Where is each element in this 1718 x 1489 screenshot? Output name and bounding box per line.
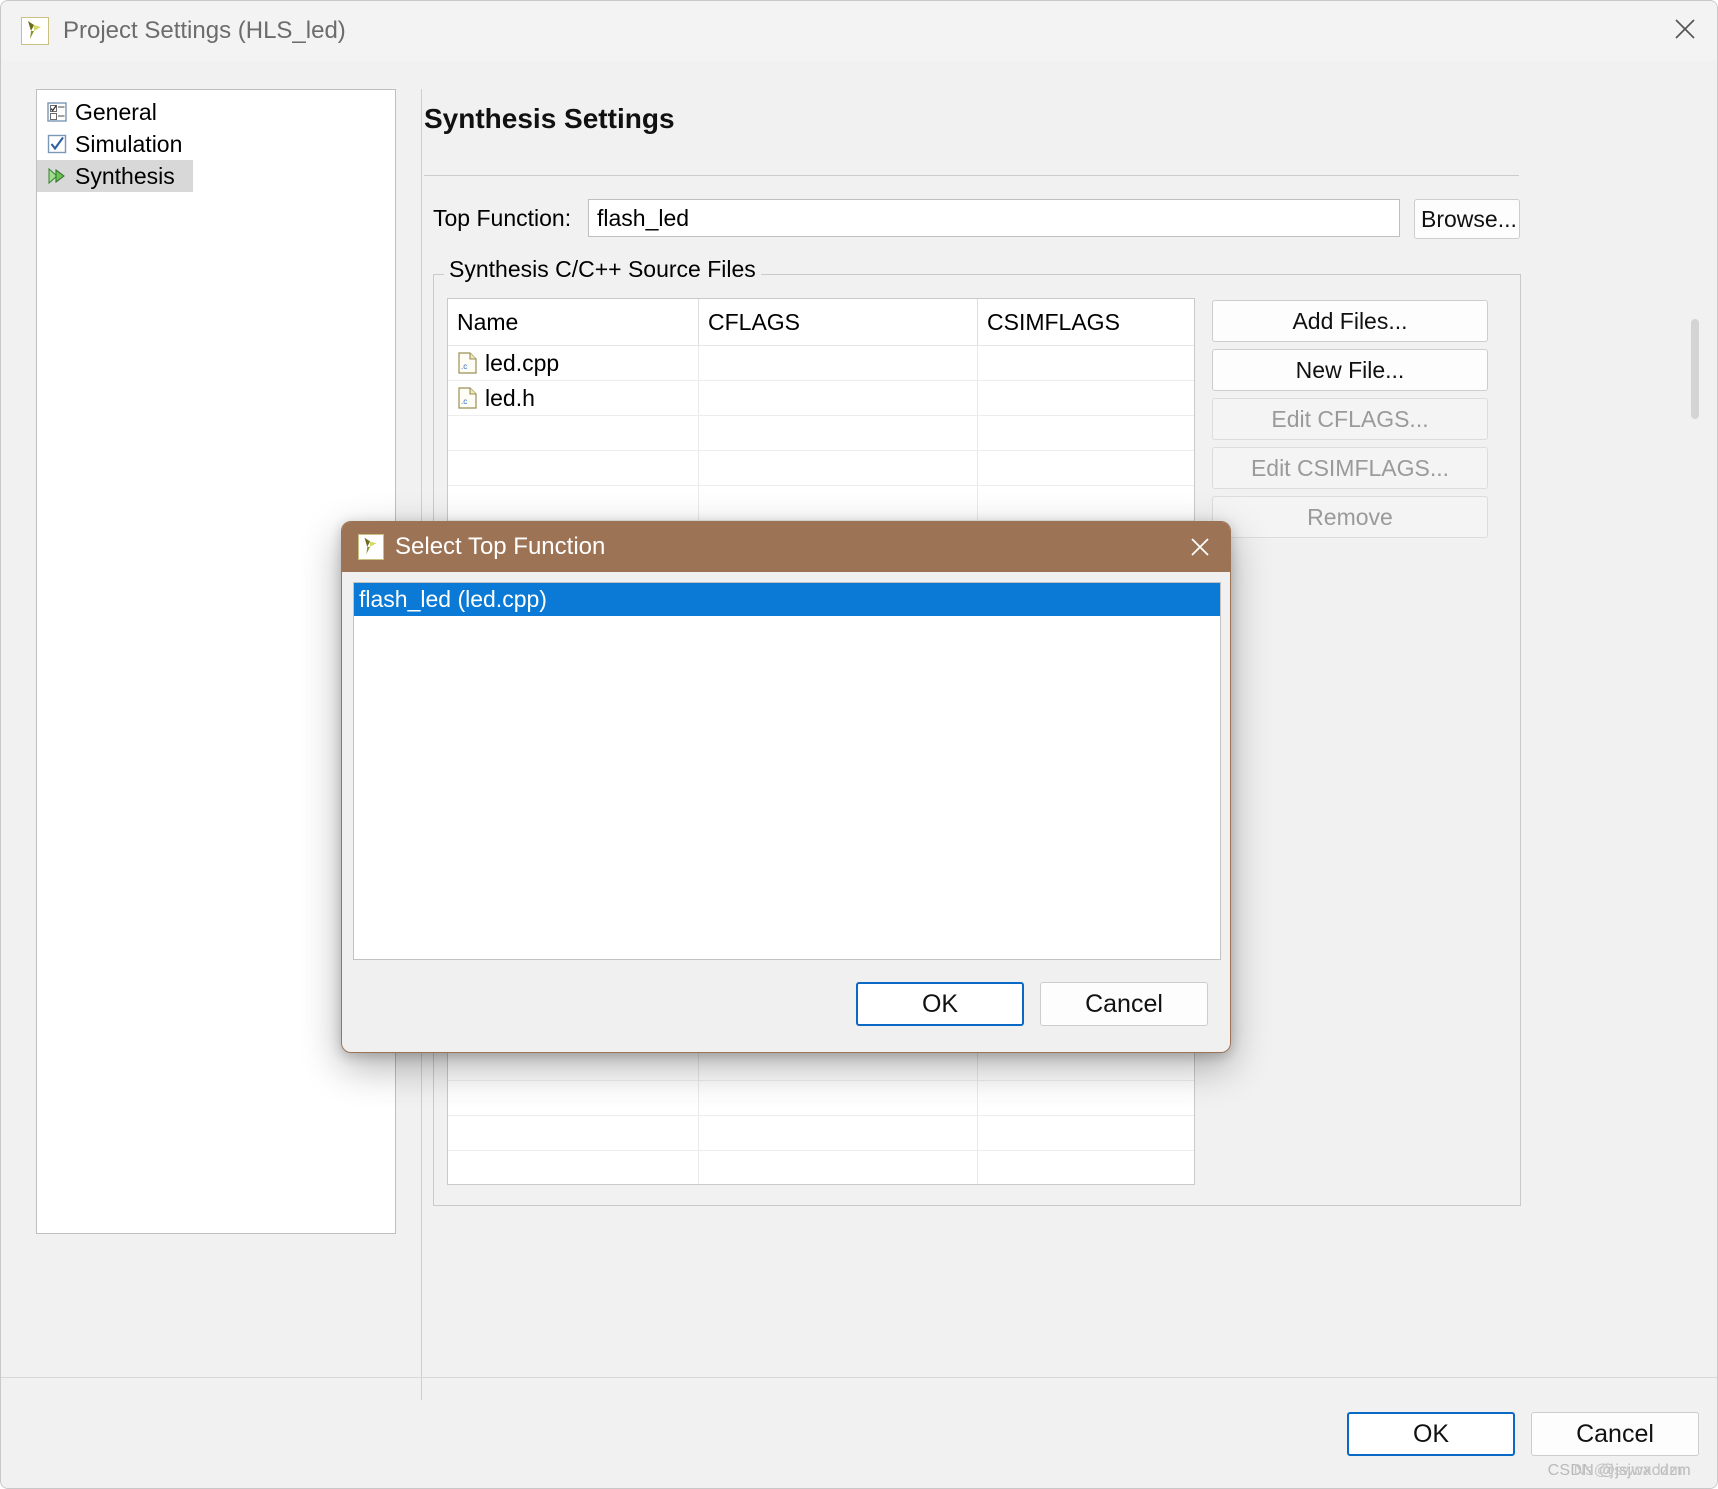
cell-name [448,415,699,451]
ok-button[interactable]: OK [1347,1412,1515,1456]
modal-footer-buttons: OK Cancel [342,982,1230,1026]
file-name-label: led.h [485,384,535,411]
table-row[interactable]: .c led.cpp [448,345,1194,381]
green-play-icon [46,165,68,187]
table-row[interactable] [448,415,1194,451]
table-row[interactable] [448,1150,1194,1184]
cell-cflags[interactable] [698,345,978,381]
cell-csimflags[interactable] [977,415,1194,451]
cell-name [448,1080,699,1116]
cell-cflags[interactable] [698,450,978,486]
new-file-button[interactable]: New File... [1212,349,1488,391]
browse-button[interactable]: Browse... [1414,199,1520,239]
cell-csimflags[interactable] [977,380,1194,416]
cell-csimflags[interactable] [977,1150,1194,1184]
cell-csimflags[interactable] [977,345,1194,381]
cell-cflags[interactable] [698,415,978,451]
sidebar-item-label: Simulation [75,130,183,157]
modal-title: Select Top Function [395,533,606,560]
close-icon[interactable] [1180,528,1220,566]
vertical-scrollbar[interactable] [1691,319,1699,419]
sidebar-item-label: Synthesis [75,162,175,189]
watermark: CSDN @jsjwxcdzm Ns@jswcadzm [1548,1462,1691,1480]
cell-cflags[interactable] [698,380,978,416]
close-icon[interactable] [1653,1,1717,57]
watermark-overlay-text: Ns@jswcadzm [1573,1462,1683,1479]
cell-cflags[interactable] [698,1080,978,1116]
sidebar-item-general[interactable]: General [37,96,395,128]
window-title: Project Settings (HLS_led) [63,17,346,44]
cell-csimflags[interactable] [977,450,1194,486]
cell-name [448,485,699,521]
window-content: General Simulation Synthesis Synthesis S… [1,61,1717,1488]
cell-cflags[interactable] [698,485,978,521]
group-border-left [434,274,444,275]
cell-csimflags[interactable] [977,485,1194,521]
top-function-label: Top Function: [433,205,572,231]
file-name-label: led.cpp [485,349,560,376]
edit-cflags-button[interactable]: Edit CFLAGS... [1212,398,1488,440]
cell-csimflags[interactable] [977,1080,1194,1116]
group-legend: Synthesis C/C++ Source Files [444,256,761,283]
modal-titlebar: Select Top Function [342,522,1230,572]
column-header-name[interactable]: Name [448,299,699,346]
cell-name [448,450,699,486]
select-top-function-dialog: Select Top Function flash_led (led.cpp) … [341,521,1231,1053]
sidebar-item-simulation[interactable]: Simulation [37,128,395,160]
modal-ok-button[interactable]: OK [856,982,1024,1026]
footer-divider [1,1377,1717,1378]
source-files-actions: Add Files... New File... Edit CFLAGS... … [1212,300,1488,545]
cancel-button[interactable]: Cancel [1531,1412,1699,1456]
cell-cflags[interactable] [698,1115,978,1151]
function-list[interactable]: flash_led (led.cpp) [353,582,1221,960]
window-titlebar: Project Settings (HLS_led) [1,1,1717,61]
table-row[interactable] [448,485,1194,521]
column-header-cflags[interactable]: CFLAGS [698,299,978,346]
footer-buttons: OK Cancel [1347,1412,1699,1456]
modal-cancel-button[interactable]: Cancel [1040,982,1208,1026]
svg-text:.c: .c [461,397,467,406]
top-function-row: Top Function: Browse... [422,199,1520,239]
table-row[interactable] [448,1080,1194,1116]
sidebar-item-label: General [75,98,157,125]
project-settings-window: Project Settings (HLS_led) General Simul… [0,0,1718,1489]
cell-name: .c led.cpp [448,345,699,381]
titlebar-content: Project Settings (HLS_led) [21,1,346,61]
svg-text:.c: .c [461,362,467,371]
c-file-icon: .c [457,387,478,409]
column-header-csimflags[interactable]: CSIMFLAGS [977,299,1194,346]
table-header-row: Name CFLAGS CSIMFLAGS [448,299,1194,346]
cell-name [448,1150,699,1184]
vivado-logo-icon [358,534,384,560]
group-border-right [754,274,1520,275]
table-row[interactable] [448,1115,1194,1151]
c-file-icon: .c [457,352,478,374]
cell-name: .c led.h [448,380,699,416]
cell-cflags[interactable] [698,1150,978,1184]
table-row[interactable]: .c led.h [448,380,1194,416]
sidebar-item-synthesis[interactable]: Synthesis [37,160,193,192]
top-function-input[interactable] [588,199,1400,237]
table-row[interactable] [448,450,1194,486]
title-divider [424,175,1519,176]
checkbox-check-icon [46,133,68,155]
cell-csimflags[interactable] [977,1115,1194,1151]
page-title: Synthesis Settings [424,103,675,134]
cell-name [448,1115,699,1151]
add-files-button[interactable]: Add Files... [1212,300,1488,342]
checklist-icon [46,101,68,123]
edit-csimflags-button[interactable]: Edit CSIMFLAGS... [1212,447,1488,489]
list-item[interactable]: flash_led (led.cpp) [354,583,1220,616]
vivado-logo-icon [21,17,49,45]
remove-button[interactable]: Remove [1212,496,1488,538]
